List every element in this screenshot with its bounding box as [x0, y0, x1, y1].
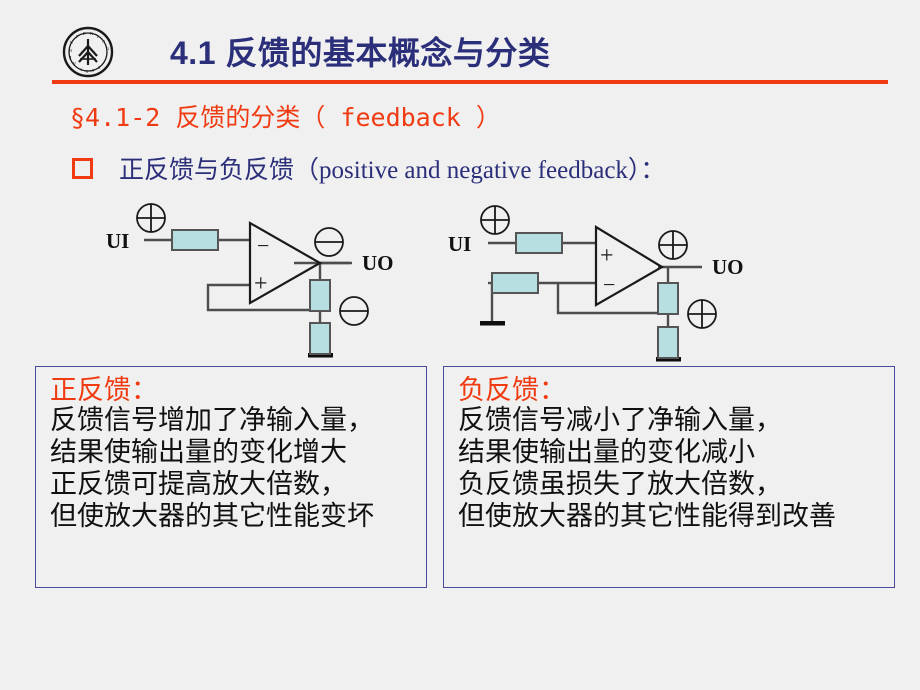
feedback-resistor-upper	[657, 282, 679, 315]
bullet-text-en: positive and negative feedback	[319, 157, 628, 184]
section-heading: §4.1-2 反馈的分类（ feedback ）	[70, 103, 501, 132]
svg-text:G: G	[106, 46, 110, 51]
feedback-resistor-upper	[309, 279, 331, 312]
peking-university-seal-icon: PE KI NG UN IV 18 98	[62, 26, 114, 78]
svg-text:N: N	[69, 48, 73, 53]
note-title: 负反馈：	[458, 375, 566, 405]
opamp-noninverting-sign: +	[254, 271, 268, 297]
input-label-ui: UI	[448, 232, 471, 256]
feedback-resistor-lower	[657, 326, 679, 359]
input-label-ui: UI	[106, 229, 129, 253]
output-label-uo: UO	[712, 255, 744, 279]
minus-circle-icon-divider	[339, 296, 369, 326]
svg-text:V: V	[73, 61, 77, 66]
plus-circle-icon-input	[480, 205, 510, 235]
bullet-text-cn-suffix: ）：	[627, 156, 666, 184]
output-label-uo: UO	[362, 251, 394, 275]
bullet-text-cn-prefix: 正反馈与负反馈（	[119, 156, 320, 184]
opamp-inverting-sign: −	[257, 233, 269, 258]
svg-text:E: E	[83, 31, 86, 36]
ground-symbol-input	[480, 321, 505, 326]
page-title: 4.1 反馈的基本概念与分类	[170, 35, 551, 71]
negative-feedback-note-box: 负反馈： 反馈信号减小了净输入量， 结果使输出量的变化减小 负反馈虽损失了放大倍…	[443, 366, 895, 588]
positive-feedback-note-box: 正反馈： 反馈信号增加了净输入量， 结果使输出量的变化增大 正反馈可提高放大倍数…	[35, 366, 427, 588]
opamp-noninverting-sign: +	[600, 243, 614, 269]
svg-text:I: I	[70, 55, 72, 60]
note-line: 结果使输出量的变化增大	[50, 437, 347, 468]
input-resistor	[171, 229, 219, 251]
slide-root: PE KI NG UN IV 18 98 4.1 反馈的基本概念与分类 §4.1…	[0, 0, 920, 690]
positive-feedback-circuit: − + UI UO	[100, 195, 430, 360]
note-line: 反馈信号减小了净输入量，	[458, 405, 782, 436]
opamp-inverting-sign: −	[603, 272, 615, 297]
svg-text:P: P	[76, 34, 79, 39]
plus-circle-icon-output	[658, 230, 688, 260]
plus-circle-icon-divider	[687, 299, 717, 329]
note-line: 反馈信号增加了净输入量，	[50, 405, 374, 436]
input-resistor	[515, 232, 563, 254]
note-title: 正反馈：	[50, 375, 158, 405]
feedback-network-resistor	[491, 272, 539, 294]
slide-header: PE KI NG UN IV 18 98 4.1 反馈的基本概念与分类	[0, 0, 920, 88]
negative-feedback-circuit: + − UI UO	[440, 195, 780, 365]
title-divider	[52, 80, 888, 84]
note-line: 结果使输出量的变化减小	[458, 437, 755, 468]
minus-circle-icon-output	[314, 227, 344, 257]
hollow-square-bullet-icon	[72, 157, 93, 179]
feedback-resistor-lower	[309, 322, 331, 355]
note-line: 但使放大器的其它性能得到改善	[458, 500, 836, 531]
bullet-item-label: 正反馈与负反馈（positive and negative feedback）：	[119, 150, 665, 186]
note-line: 但使放大器的其它性能变坏	[50, 500, 374, 531]
note-line: 正反馈可提高放大倍数，	[50, 468, 347, 499]
plus-circle-icon	[136, 203, 166, 233]
note-line: 负反馈虽损失了放大倍数，	[458, 468, 782, 499]
bullet-item-feedback-types: 正反馈与负反馈（positive and negative feedback）：	[72, 150, 665, 186]
svg-text:1: 1	[80, 67, 82, 72]
